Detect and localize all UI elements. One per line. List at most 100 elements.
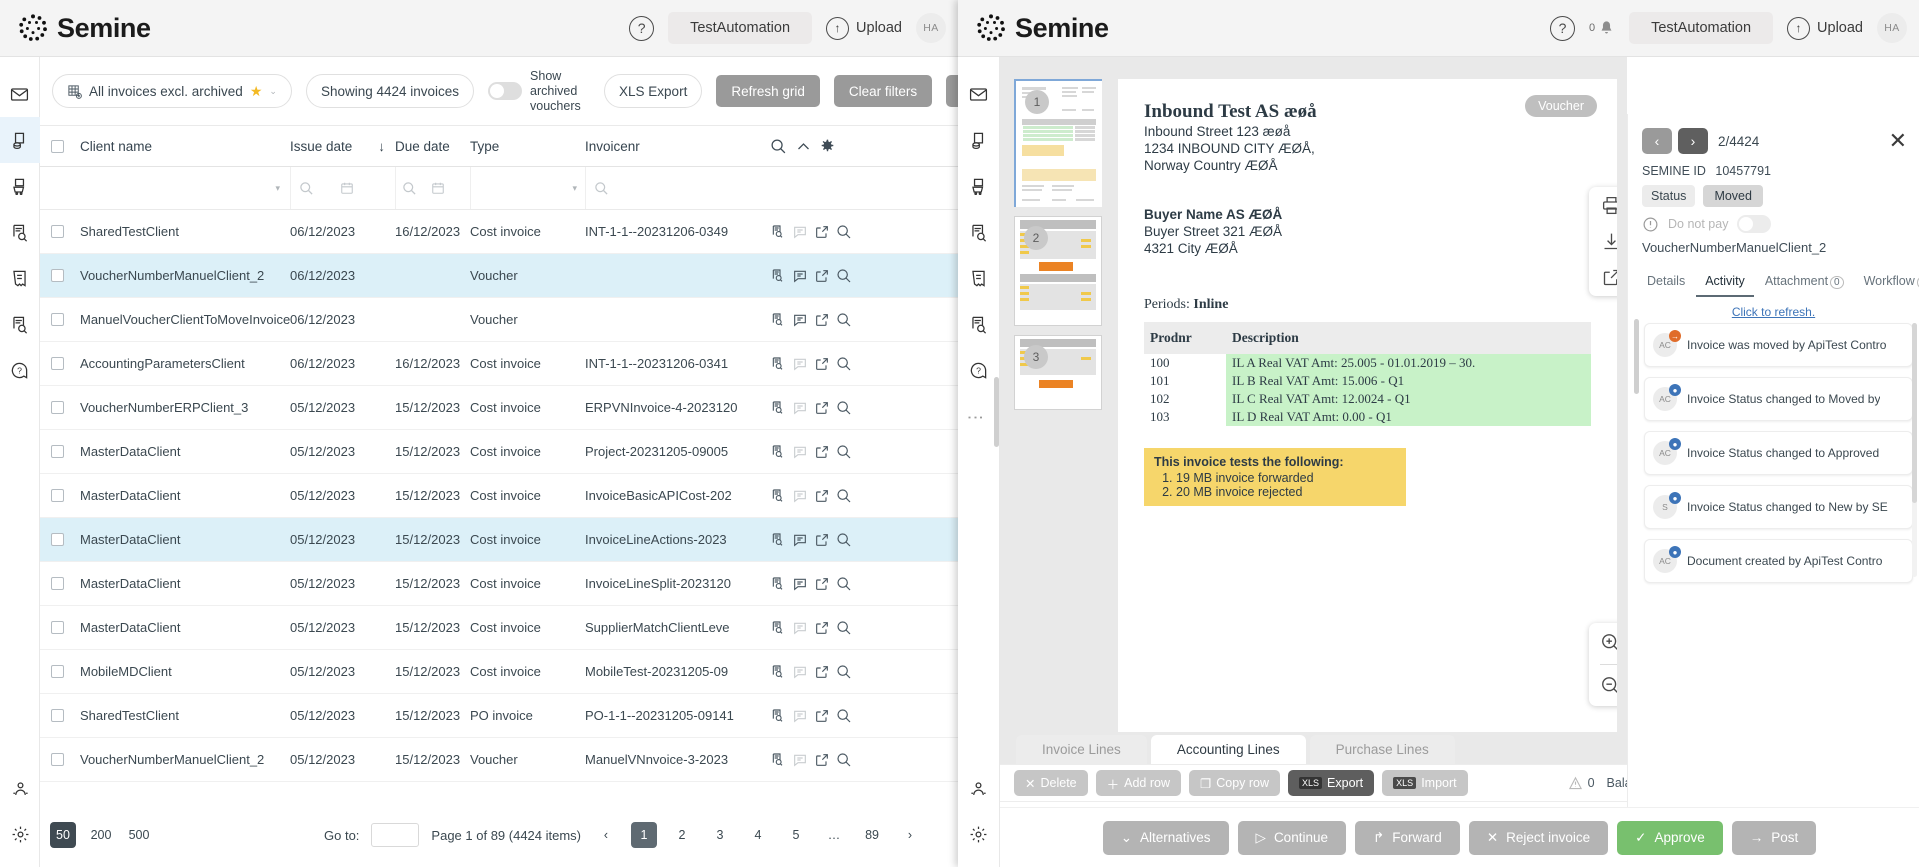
drawer-left-scrollbar[interactable]	[1634, 319, 1639, 394]
row-search-icon[interactable]	[836, 664, 852, 680]
row-comment-icon[interactable]	[792, 356, 808, 372]
filter-client-name[interactable]: ▾	[75, 183, 290, 194]
row-inspect-icon[interactable]	[770, 224, 786, 240]
approve-button[interactable]: ✓ Approve	[1617, 821, 1723, 855]
row-search-icon[interactable]	[836, 576, 852, 592]
row-open-external-icon[interactable]	[814, 444, 830, 460]
row-checkbox[interactable]	[51, 313, 64, 326]
bell-icon[interactable]	[1598, 20, 1615, 37]
refresh-grid-button[interactable]: Refresh grid	[716, 75, 820, 107]
sort-arrow-icon[interactable]: ↓	[378, 139, 385, 154]
sidebar-item-receipt[interactable]	[959, 255, 999, 301]
delete-row-button[interactable]: ✕ Delete	[1014, 770, 1088, 796]
row-open-external-icon[interactable]	[814, 532, 830, 548]
row-checkbox[interactable]	[51, 357, 64, 370]
sidebar-item-purchase[interactable]	[0, 163, 40, 209]
row-checkbox[interactable]	[51, 577, 64, 590]
open-external-icon[interactable]	[1601, 267, 1618, 288]
show-archived-toggle-group[interactable]: Show archived vouchers	[488, 69, 590, 114]
row-open-external-icon[interactable]	[814, 708, 830, 724]
thumbnail-page-1[interactable]: 1	[1014, 79, 1102, 207]
row-checkbox[interactable]	[51, 445, 64, 458]
row-checkbox-cell[interactable]	[40, 269, 75, 282]
sidebar-item-invoices[interactable]	[0, 117, 40, 163]
row-inspect-icon[interactable]	[770, 620, 786, 636]
do-not-pay-row[interactable]: Do not pay	[1628, 207, 1919, 233]
row-comment-icon[interactable]	[792, 532, 808, 548]
drag-handle-icon[interactable]: ⋮	[973, 409, 978, 426]
row-inspect-icon[interactable]	[770, 532, 786, 548]
continue-button[interactable]: ▷ Continue	[1238, 821, 1346, 855]
sidebar-item-archive-search[interactable]	[0, 301, 40, 347]
sidebar-item-search-document[interactable]	[0, 209, 40, 255]
table-row[interactable]: ManuelVoucherClientToMoveInvoice06/12/20…	[40, 298, 958, 342]
thumbnail-page-2[interactable]: 2	[1014, 216, 1102, 326]
column-header-issue-date[interactable]: Issue date ↓	[290, 139, 395, 154]
chevron-down-icon[interactable]: ▾	[572, 183, 577, 194]
activity-scrollbar[interactable]	[1912, 323, 1917, 503]
copy-row-button[interactable]: ❐ Copy row	[1189, 770, 1280, 796]
column-header-type[interactable]: Type	[470, 139, 585, 154]
table-row[interactable]: MobileMDClient05/12/202315/12/2023Cost i…	[40, 650, 958, 694]
row-search-icon[interactable]	[836, 708, 852, 724]
xls-export-button[interactable]: XLS Export	[604, 74, 702, 108]
row-inspect-icon[interactable]	[770, 444, 786, 460]
row-comment-icon[interactable]	[792, 576, 808, 592]
sidebar-item-help[interactable]: ?	[959, 347, 999, 393]
table-row[interactable]: MasterDataClient05/12/202315/12/2023Cost…	[40, 606, 958, 650]
row-inspect-icon[interactable]	[770, 312, 786, 328]
tab-activity[interactable]: Activity	[1696, 267, 1754, 297]
row-checkbox[interactable]	[51, 533, 64, 546]
sidebar-item-archive-search[interactable]	[959, 301, 999, 347]
column-header-due-date[interactable]: Due date	[395, 139, 470, 154]
search-icon[interactable]	[594, 181, 609, 196]
row-search-icon[interactable]	[836, 444, 852, 460]
row-checkbox-cell[interactable]	[40, 445, 75, 458]
thumbnail-page-3[interactable]: 3	[1014, 335, 1102, 410]
help-icon[interactable]: ?	[1550, 16, 1575, 41]
row-checkbox-cell[interactable]	[40, 665, 75, 678]
row-comment-icon[interactable]	[792, 708, 808, 724]
grid-settings-icon[interactable]	[820, 139, 835, 154]
table-row[interactable]: SharedTestClient05/12/202315/12/2023PO i…	[40, 694, 958, 738]
row-checkbox[interactable]	[51, 665, 64, 678]
row-comment-icon[interactable]	[792, 312, 808, 328]
row-checkbox-cell[interactable]	[40, 489, 75, 502]
page-size-200[interactable]: 200	[88, 822, 114, 848]
close-icon[interactable]: ✕	[1889, 130, 1907, 152]
row-inspect-icon[interactable]	[770, 400, 786, 416]
row-inspect-icon[interactable]	[770, 752, 786, 768]
sidebar-item-receipt[interactable]	[0, 255, 40, 301]
print-icon[interactable]	[1601, 195, 1618, 216]
refresh-link[interactable]: Click to refresh.	[1628, 297, 1919, 323]
filter-invoicenr[interactable]	[585, 167, 770, 209]
tab-invoice-lines[interactable]: Invoice Lines	[1016, 735, 1147, 764]
sidebar-item-people[interactable]	[0, 765, 40, 811]
row-open-external-icon[interactable]	[814, 400, 830, 416]
page-button-2[interactable]: 2	[669, 822, 695, 848]
table-row[interactable]: VoucherNumberManuelClient_205/12/202315/…	[40, 738, 958, 782]
select-all-checkbox[interactable]	[51, 140, 64, 153]
row-open-external-icon[interactable]	[814, 356, 830, 372]
row-checkbox-cell[interactable]	[40, 313, 75, 326]
tab-attachment[interactable]: Attachment0	[1756, 267, 1853, 297]
row-inspect-icon[interactable]	[770, 268, 786, 284]
upload-button-right[interactable]: ↑ Upload	[1787, 17, 1863, 40]
row-comment-icon[interactable]	[792, 400, 808, 416]
row-checkbox-cell[interactable]	[40, 225, 75, 238]
table-row[interactable]: VoucherNumberERPClient_305/12/202315/12/…	[40, 386, 958, 430]
zoom-in-icon[interactable]	[1600, 632, 1617, 654]
notifications[interactable]: 0	[1589, 20, 1615, 37]
clear-filters-button[interactable]: Clear filters	[834, 75, 932, 107]
row-checkbox-cell[interactable]	[40, 577, 75, 590]
sidebar-item-purchase[interactable]	[959, 163, 999, 209]
row-checkbox-cell[interactable]	[40, 621, 75, 634]
table-row[interactable]: MasterDataClient05/12/202315/12/2023Cost…	[40, 474, 958, 518]
tab-workflow[interactable]: Workflow0	[1855, 267, 1919, 297]
account-button-right[interactable]: TestAutomation	[1629, 12, 1773, 44]
row-search-icon[interactable]	[836, 224, 852, 240]
row-open-external-icon[interactable]	[814, 488, 830, 504]
tab-details[interactable]: Details	[1638, 267, 1694, 297]
row-checkbox-cell[interactable]	[40, 357, 75, 370]
table-row[interactable]: SharedTestClient06/12/202316/12/2023Cost…	[40, 210, 958, 254]
